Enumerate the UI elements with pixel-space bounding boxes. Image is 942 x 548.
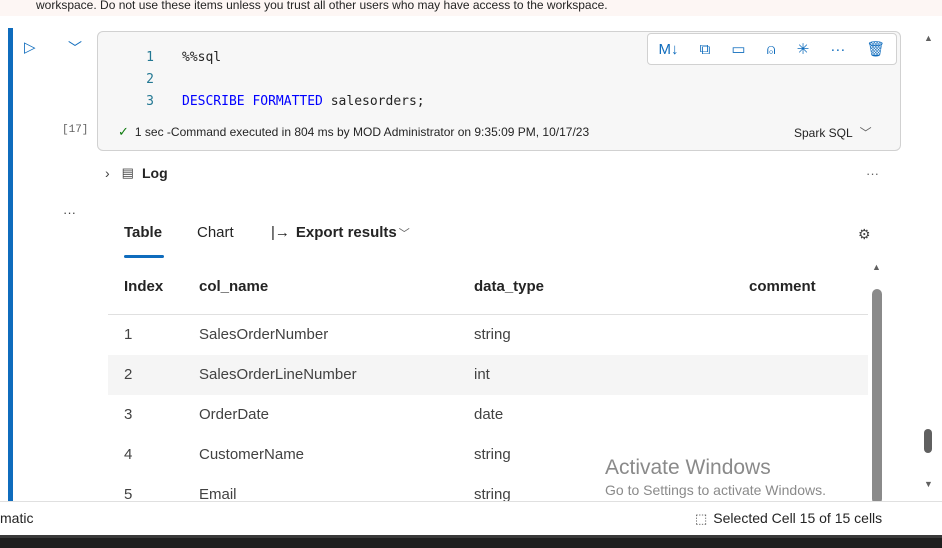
table-row[interactable]: 3 OrderDate date [108,395,868,435]
freeze-icon[interactable]: ✳ [797,40,810,58]
chevron-right-icon: › [105,165,110,181]
status-bar: matic ⬚ Selected Cell 15 of 15 cells [0,501,942,536]
page-scroll-down-icon[interactable]: ▼ [924,479,933,489]
line-number: 2 [146,72,154,87]
export-label: Export results [295,224,397,241]
watermark-title: Activate Windows [605,456,771,479]
page-scroll-up-icon[interactable]: ▲ [924,33,933,43]
status-left-text: matic [0,510,34,526]
table-row[interactable]: 1 SalesOrderNumber string [108,315,868,355]
log-icon: ▤ [121,165,134,180]
run-cell-icon[interactable]: ▷ [24,38,36,56]
check-icon: ✓ [118,124,129,139]
line-number: 3 [146,94,154,109]
export-results-button[interactable]: |→ Export results ﹀ [271,224,410,241]
selected-cell-status: ⬚ Selected Cell 15 of 15 cells [695,510,882,527]
line-number: 1 [146,50,154,65]
cell-col-name: SalesOrderNumber [199,326,329,343]
comment-icon[interactable]: ▭ [731,40,745,58]
tab-chart[interactable]: Chart [197,224,234,241]
delete-icon[interactable]: 🗑 [866,40,885,58]
log-label: Log [141,165,168,181]
cell-data-type: string [474,446,511,463]
column-header-comment[interactable]: comment [749,278,816,295]
more-options-icon[interactable]: ··· [830,41,845,58]
output-more-icon[interactable]: ··· [63,205,76,220]
sql-keyword: DESCRIBE FORMATTED [182,94,323,109]
language-selector[interactable]: Spark SQL ﹀ [794,124,872,141]
activate-windows-watermark: Activate Windows Go to Settings to activ… [605,455,826,499]
cell-selection-icon: ⬚ [695,511,708,526]
cell-index: 4 [124,446,133,463]
execution-count: [17] [62,124,89,136]
cell-col-name: CustomerName [199,446,305,463]
active-cell-indicator [8,28,13,504]
cell-data-type: date [474,406,504,423]
cell-data-type: int [474,366,490,383]
chevron-down-icon: ﹀ [398,228,410,240]
lock-icon[interactable]: ⍝ [767,41,776,58]
table-scrollbar-thumb[interactable] [872,289,882,504]
banner-text: workspace. Do not use these items unless… [36,0,608,12]
log-section-toggle[interactable]: › ▤ Log [105,165,168,181]
table-header: Index col_name data_type comment [108,274,868,315]
code-text: %%sql [182,50,222,65]
export-arrow-icon: |→ [271,224,290,241]
sql-text: salesorders; [322,94,425,109]
cell-index: 1 [124,326,133,343]
markdown-icon[interactable]: M↓ [659,41,679,58]
cell-toolbar: M↓ ⧉ ▭ ⍝ ✳ ··· 🗑 [647,33,897,65]
tab-table[interactable]: Table [124,224,162,241]
log-more-icon[interactable]: ··· [866,166,879,181]
convert-cell-icon[interactable]: ⧉ [700,41,711,58]
execution-message: -Command executed in 804 ms by MOD Admin… [163,125,590,139]
page-scrollbar-thumb[interactable] [924,429,932,453]
column-header-col-name[interactable]: col_name [199,278,268,295]
column-header-data-type[interactable]: data_type [474,278,544,295]
code-text: DESCRIBE FORMATTED salesorders; [182,94,425,110]
execution-status: ✓ 1 sec -Command executed in 804 ms by MO… [118,124,589,140]
cell-data-type: string [474,326,511,343]
table-scroll-up-icon[interactable]: ▲ [872,262,881,272]
selected-cell-text: Selected Cell 15 of 15 cells [713,510,883,526]
execution-duration: 1 sec [134,125,164,139]
trust-warning-banner: workspace. Do not use these items unless… [0,0,942,16]
taskbar [0,535,942,548]
language-label: Spark SQL [794,126,853,140]
active-tab-indicator [124,255,164,258]
cell-index: 2 [124,366,133,383]
table-row[interactable]: 2 SalesOrderLineNumber int [108,355,868,395]
cell-index: 3 [124,406,133,423]
chevron-down-icon: ﹀ [859,126,872,140]
watermark-subtitle: Go to Settings to activate Windows. [605,482,826,498]
cell-col-name: OrderDate [199,406,270,423]
table-settings-icon[interactable]: ⚙ [858,226,871,243]
column-header-index[interactable]: Index [124,278,163,295]
chevron-down-icon[interactable]: ﹀ [68,38,82,58]
cell-col-name: SalesOrderLineNumber [199,366,357,383]
